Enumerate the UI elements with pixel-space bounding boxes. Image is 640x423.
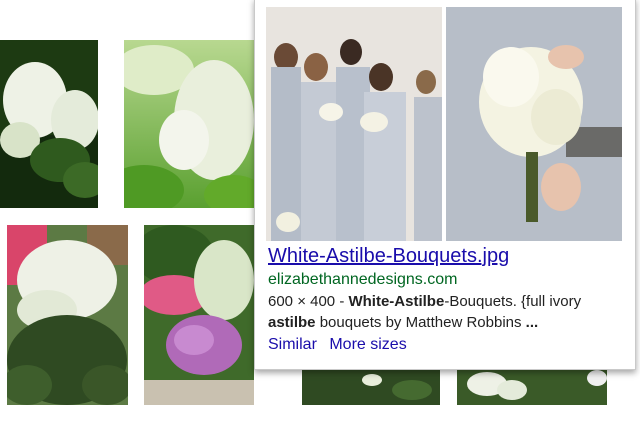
white-astilbe-garden-thumbnail[interactable] <box>7 225 128 405</box>
image-preview-card: White-Astilbe-Bouquets.jpg elizabethanne… <box>254 0 636 370</box>
desc-text-1: -Bouquets. {full ivory <box>444 293 582 310</box>
astilbe-closeup-thumbnail[interactable] <box>124 40 254 208</box>
more-sizes-link[interactable]: More sizes <box>329 336 406 353</box>
desc-highlight-2: astilbe <box>268 314 316 331</box>
pink-astilbe-garden-thumbnail[interactable] <box>144 225 254 405</box>
bottom-row-thumbnail-2[interactable] <box>457 370 607 405</box>
desc-highlight-1: White-Astilbe <box>348 293 445 310</box>
white-astilbe-plant-thumbnail[interactable] <box>0 40 104 208</box>
desc-ellipsis: ... <box>525 314 539 331</box>
desc-text-2: bouquets by Matthew Robbins <box>315 314 526 331</box>
desc-dimensions: 600 × 400 - <box>268 293 349 310</box>
preview-image[interactable] <box>266 7 622 241</box>
preview-domain[interactable]: elizabethannedesigns.com <box>268 271 457 289</box>
preview-title-link[interactable]: White-Astilbe-Bouquets.jpg <box>268 245 509 268</box>
similar-link[interactable]: Similar <box>268 336 317 353</box>
bottom-row-thumbnail-1[interactable] <box>302 370 440 405</box>
preview-description: 600 × 400 - White-Astilbe-Bouquets. {ful… <box>268 291 628 333</box>
preview-links: Similar More sizes <box>268 336 415 354</box>
